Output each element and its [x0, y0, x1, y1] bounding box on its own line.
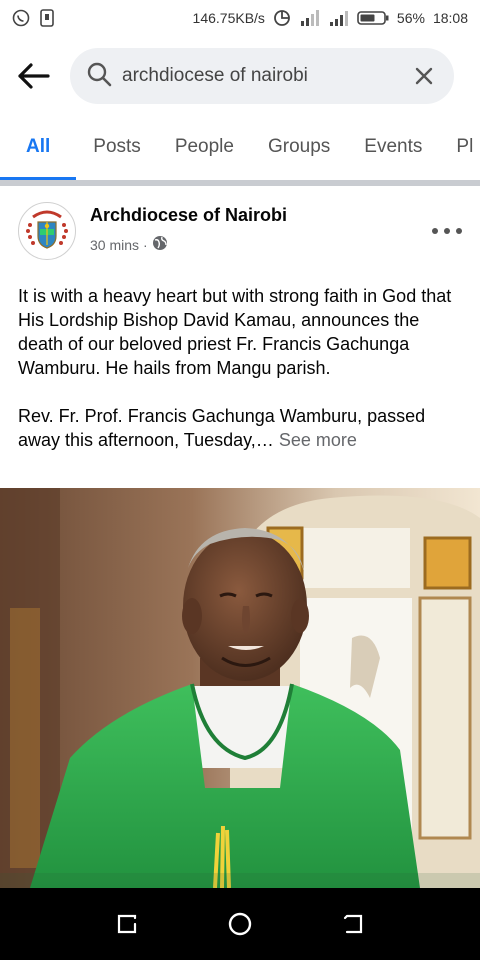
post-header: Archdiocese of Nairobi 30 mins ·	[18, 202, 462, 264]
back-arrow-icon	[18, 63, 50, 89]
search-header	[0, 44, 480, 108]
page-name[interactable]: Archdiocese of Nairobi	[90, 205, 287, 226]
data-saver-icon	[273, 9, 291, 27]
more-options-button[interactable]	[432, 224, 462, 238]
meta-separator: ·	[143, 236, 148, 253]
dot-icon	[432, 228, 438, 234]
divider	[0, 180, 480, 186]
tab-groups[interactable]: Groups	[251, 118, 347, 180]
whatsapp-icon	[12, 9, 30, 27]
home-button[interactable]	[220, 904, 260, 944]
network-speed: 146.75KB/s	[192, 10, 265, 26]
tab-posts[interactable]: Posts	[76, 118, 158, 180]
sim-notification-icon	[40, 9, 54, 27]
search-bar[interactable]	[70, 48, 454, 104]
coat-of-arms-logo	[22, 206, 72, 256]
globe-icon	[152, 235, 168, 254]
battery-icon	[357, 10, 389, 26]
post-paragraph-truncated: Rev. Fr. Prof. Francis Gachunga Wamburu,…	[18, 406, 426, 450]
post-photo[interactable]	[0, 488, 480, 888]
signal-4g-icon	[299, 9, 321, 27]
tab-places[interactable]: Pl	[439, 118, 480, 180]
tab-people[interactable]: People	[158, 118, 251, 180]
recents-icon	[117, 914, 136, 934]
see-more-link[interactable]: See more	[279, 430, 357, 450]
system-nav-bar	[0, 888, 480, 960]
search-input[interactable]	[122, 65, 410, 87]
back-button[interactable]	[16, 56, 56, 96]
tab-events[interactable]: Events	[347, 118, 439, 180]
status-bar: 146.75KB/s 56% 18:08	[0, 0, 480, 36]
avatar[interactable]	[18, 202, 76, 260]
signal-icon	[329, 9, 349, 27]
clear-search-button[interactable]	[410, 62, 438, 90]
battery-level: 56%	[396, 10, 425, 26]
search-filter-tabs: All Posts People Groups Events Pl	[0, 118, 480, 180]
post-time[interactable]: 30 mins	[90, 237, 139, 253]
clock: 18:08	[432, 10, 468, 26]
recents-button[interactable]	[107, 904, 147, 944]
priest-photo	[0, 488, 480, 888]
post-paragraph: It is with a heavy heart but with strong…	[18, 286, 452, 378]
post-text: It is with a heavy heart but with strong…	[18, 284, 464, 452]
back-nav-icon	[344, 914, 363, 934]
dot-icon	[444, 228, 450, 234]
home-icon	[228, 912, 252, 936]
close-icon	[415, 67, 433, 85]
back-nav-button[interactable]	[333, 904, 373, 944]
dot-icon	[456, 228, 462, 234]
search-icon	[86, 61, 112, 92]
tab-all[interactable]: All	[0, 118, 77, 180]
